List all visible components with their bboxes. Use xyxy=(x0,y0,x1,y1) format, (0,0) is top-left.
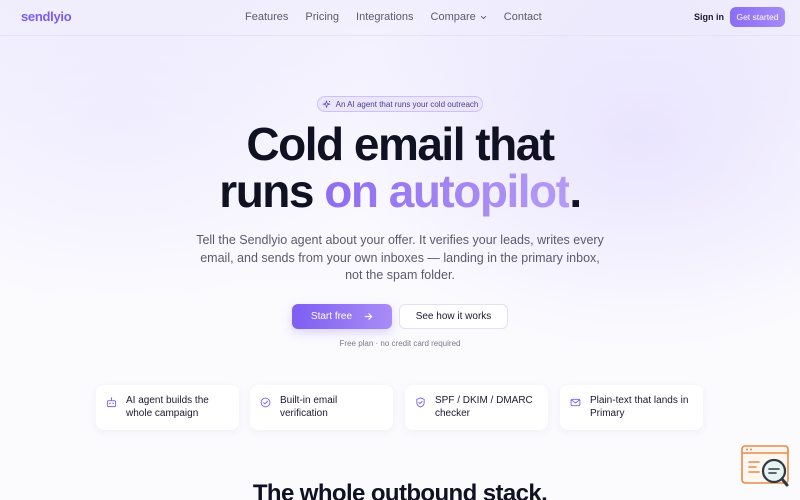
chevron-down-icon xyxy=(480,15,486,19)
nav-link-contact[interactable]: Contact xyxy=(504,11,542,23)
feature-label: Plain-text that lands in Primary xyxy=(590,395,689,419)
hero-subtext: Tell the Sendlyio agent about your offer… xyxy=(196,233,604,282)
hero-fineprint: Free plan · no credit card required xyxy=(339,339,461,348)
nav-link-pricing[interactable]: Pricing xyxy=(305,11,339,23)
nav-link-compare-label: Compare xyxy=(430,11,476,23)
sparkles-icon xyxy=(322,99,330,108)
feature-card-dns-checker: SPF / DKIM / DMARC checker xyxy=(405,385,548,430)
chat-widget[interactable] xyxy=(741,445,789,489)
hero-badge: An AI agent that runs your cold outreach xyxy=(317,96,483,112)
feature-card-ai-agent: AI agent builds the whole campaign xyxy=(96,385,239,430)
start-free-label: Start free xyxy=(310,311,353,322)
hero-badge-text: An AI agent that runs your cold outreach xyxy=(335,99,479,109)
chat-search-icon xyxy=(741,445,789,487)
see-how-it-works-button[interactable]: See how it works xyxy=(399,304,508,329)
start-free-button[interactable]: Start free xyxy=(292,304,392,329)
feature-cards: AI agent builds the whole campaign Built… xyxy=(96,385,706,430)
nav-links: Features Pricing Integrations Compare Co… xyxy=(245,11,559,23)
feature-label: SPF / DKIM / DMARC checker xyxy=(435,395,533,419)
arrow-right-icon xyxy=(364,313,373,320)
headline-accent: on autopilot xyxy=(324,165,571,217)
robot-icon xyxy=(106,397,117,408)
headline-line-2-prefix: runs xyxy=(219,165,325,217)
top-navigation: sendlyio Features Pricing Integrations C… xyxy=(0,0,800,35)
nav-link-integrations[interactable]: Integrations xyxy=(356,11,413,23)
feature-card-plain-text: Plain-text that lands in Primary xyxy=(560,385,703,430)
hero-headline: Cold email that runs on autopilot. xyxy=(0,121,800,215)
brand-logo[interactable]: sendlyio xyxy=(21,9,72,24)
nav-link-features[interactable]: Features xyxy=(245,11,288,23)
check-circle-icon xyxy=(260,397,271,408)
shield-check-icon xyxy=(416,397,425,408)
section-heading: The whole outbound stack. xyxy=(252,480,548,500)
headline-line-1: Cold email that xyxy=(246,118,555,170)
sign-in-link[interactable]: Sign in xyxy=(694,12,724,22)
feature-label: Built-in email verification xyxy=(280,395,338,419)
mail-icon xyxy=(570,398,581,407)
feature-label: AI agent builds the whole campaign xyxy=(126,395,209,419)
nav-link-compare[interactable]: Compare xyxy=(431,11,487,23)
get-started-button[interactable]: Get started xyxy=(730,7,785,27)
feature-card-verification: Built-in email verification xyxy=(250,385,393,430)
headline-period: . xyxy=(569,165,582,217)
nav-divider xyxy=(0,35,800,36)
